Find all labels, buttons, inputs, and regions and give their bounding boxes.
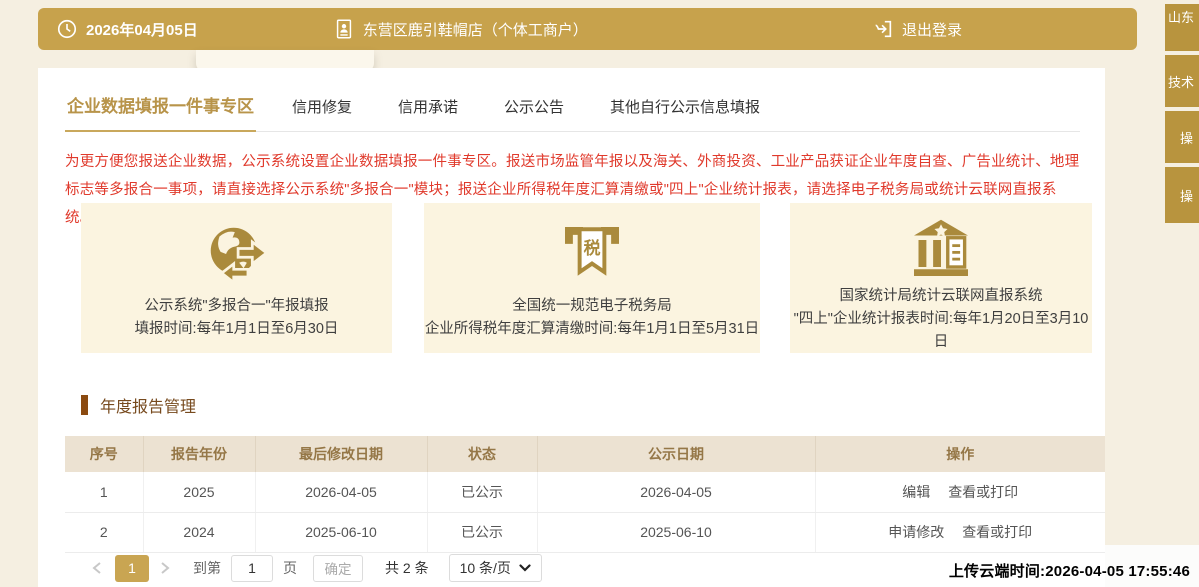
id-card-icon [333, 18, 355, 40]
tab-public-announcement[interactable]: 公示公告 [502, 96, 566, 131]
cell-seq: 1 [65, 472, 143, 512]
col-header-status: 状态 [427, 436, 537, 472]
goto-page-label: 到第 [193, 558, 221, 578]
cell-year: 2024 [143, 512, 255, 552]
table-row: 1 2025 2026-04-05 已公示 2026-04-05 编辑 查看或打… [65, 472, 1105, 512]
card-annual-report-filing[interactable]: 公示系统"多报合一"年报填报 填报时间:每年1月1日至6月30日 [81, 203, 392, 353]
apply-modify-link[interactable]: 申请修改 [888, 524, 944, 540]
confirm-page-button[interactable]: 确定 [313, 555, 363, 582]
main-panel: 企业数据填报一件事专区 信用修复 信用承诺 公示公告 其他自行公示信息填报 为更… [38, 68, 1105, 587]
bank-icon [905, 203, 977, 285]
logout-icon [872, 18, 894, 40]
current-date: 2026年04月05日 [56, 18, 198, 40]
cell-operations: 申请修改 查看或打印 [815, 512, 1105, 552]
cell-status: 已公示 [427, 512, 537, 552]
side-tab-label: 操 [1180, 129, 1193, 149]
page-size-select[interactable]: 10 条/页 [449, 554, 542, 582]
logout-text: 退出登录 [902, 19, 962, 40]
col-header-operation: 操作 [815, 436, 1105, 472]
edit-link[interactable]: 编辑 [902, 484, 930, 500]
page-unit-label: 页 [283, 558, 297, 578]
total-count-label: 共 2 条 [385, 558, 429, 578]
card-statistics-direct-report[interactable]: 国家统计局统计云联网直报系统 "四上"企业统计报表时间:每年1月20日至3月10… [790, 203, 1092, 353]
card-electronic-tax-bureau[interactable]: 税 全国统一规范电子税务局 企业所得税年度汇算清缴时间:每年1月1日至5月31日 [424, 203, 760, 353]
card-title: 全国统一规范电子税务局 [512, 295, 672, 318]
page-number-input[interactable] [231, 555, 273, 582]
col-header-year: 报告年份 [143, 436, 255, 472]
upload-time-label: 上传云端时间:2026-04-05 17:55:46 [949, 560, 1190, 581]
cell-operations: 编辑 查看或打印 [815, 472, 1105, 512]
side-tab-guide-1[interactable]: 操 [1165, 111, 1199, 163]
side-tab-technical[interactable]: 技术 [1165, 55, 1199, 107]
tabs-row: 企业数据填报一件事专区 信用修复 信用承诺 公示公告 其他自行公示信息填报 [65, 96, 1080, 132]
cell-seq: 2 [65, 512, 143, 552]
section-header: 年度报告管理 [81, 393, 196, 417]
page: 2026年04月05日 东营区鹿引鞋帽店（个体工商户） [0, 0, 1199, 587]
side-tab-label: 操 [1180, 187, 1193, 207]
side-tab-label: 技术 [1168, 73, 1194, 93]
card-title: 国家统计局统计云联网直报系统 [840, 285, 1043, 308]
side-tab-label: 山东 [1168, 10, 1194, 25]
card-subtitle: 企业所得税年度汇算清缴时间:每年1月1日至5月31日 [425, 318, 759, 341]
date-text: 2026年04月05日 [86, 19, 198, 40]
page-number-button[interactable]: 1 [115, 555, 149, 582]
cell-published: 2025-06-10 [537, 512, 815, 552]
account-name: 东营区鹿引鞋帽店（个体工商户） [333, 18, 588, 40]
card-subtitle: 填报时间:每年1月1日至6月30日 [135, 318, 339, 341]
col-header-published: 公示日期 [537, 436, 815, 472]
next-page-icon[interactable] [159, 561, 173, 575]
chevron-down-icon [519, 564, 531, 572]
cell-modified: 2025-06-10 [255, 512, 427, 552]
cell-modified: 2026-04-05 [255, 472, 427, 512]
section-title: 年度报告管理 [100, 393, 196, 417]
view-or-print-link[interactable]: 查看或打印 [962, 524, 1032, 540]
card-subtitle: "四上"企业统计报表时间:每年1月20日至3月10日 [790, 308, 1092, 354]
side-tab-guide-2[interactable]: 操 [1165, 167, 1199, 223]
tab-credit-repair[interactable]: 信用修复 [290, 96, 354, 131]
cell-year: 2025 [143, 472, 255, 512]
prev-page-icon[interactable] [91, 561, 105, 575]
col-header-modified: 最后修改日期 [255, 436, 427, 472]
svg-text:税: 税 [584, 238, 601, 258]
logout-button[interactable]: 退出登录 [872, 18, 962, 40]
card-title: 公示系统"多报合一"年报填报 [144, 295, 328, 318]
topbar: 2026年04月05日 东营区鹿引鞋帽店（个体工商户） [38, 8, 1137, 50]
company-text: 东营区鹿引鞋帽店（个体工商户） [363, 19, 588, 40]
pagination: 1 到第 页 确定 共 2 条 10 条/页 [85, 553, 542, 583]
cell-published: 2026-04-05 [537, 472, 815, 512]
tab-enterprise-data-filing[interactable]: 企业数据填报一件事专区 [65, 92, 256, 132]
tab-credit-commitment[interactable]: 信用承诺 [396, 96, 460, 131]
tax-badge-icon: 税 [556, 203, 628, 295]
annual-report-table: 序号 报告年份 最后修改日期 状态 公示日期 操作 1 2025 2026-04… [65, 436, 1105, 553]
cell-status: 已公示 [427, 472, 537, 512]
page-size-label: 10 条/页 [460, 558, 511, 578]
tab-other-self-disclosure[interactable]: 其他自行公示信息填报 [608, 96, 762, 131]
col-header-seq: 序号 [65, 436, 143, 472]
table-header-row: 序号 报告年份 最后修改日期 状态 公示日期 操作 [65, 436, 1105, 472]
clock-icon [56, 18, 78, 40]
table-row: 2 2024 2025-06-10 已公示 2025-06-10 申请修改 查看… [65, 512, 1105, 552]
side-tab-shandong[interactable]: 山东 [1165, 4, 1199, 51]
section-accent-bar [81, 395, 88, 415]
globe-exchange-icon [202, 203, 272, 295]
view-or-print-link[interactable]: 查看或打印 [948, 484, 1018, 500]
